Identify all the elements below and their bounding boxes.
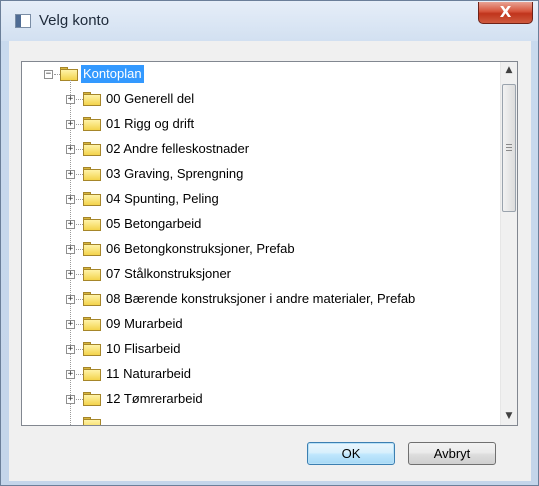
tree-item-label[interactable]: 06 Betongkonstruksjoner, Prefab [106, 239, 295, 259]
expand-icon[interactable]: + [66, 195, 75, 204]
expand-icon[interactable]: + [66, 395, 75, 404]
folder-icon [83, 142, 101, 156]
tree-item-label[interactable]: 05 Betongarbeid [106, 214, 201, 234]
expand-icon[interactable]: + [66, 170, 75, 179]
expand-icon[interactable]: + [66, 295, 75, 304]
window-icon [15, 14, 31, 28]
folder-icon [83, 92, 101, 106]
expand-icon[interactable]: + [66, 320, 75, 329]
scroll-up-icon[interactable]: ▲ [501, 62, 517, 79]
tree-item-label[interactable]: 08 Bærende konstruksjoner i andre materi… [106, 289, 415, 309]
folder-icon [60, 67, 78, 81]
expand-icon[interactable]: + [66, 345, 75, 354]
tree-item-label[interactable]: 00 Generell del [106, 89, 194, 109]
folder-icon [83, 342, 101, 356]
window-title: Velg konto [39, 12, 110, 29]
tree-item-label[interactable]: 02 Andre felleskostnader [106, 139, 249, 159]
account-tree[interactable]: − Kontoplan + 00 Generell del + 01 Rigg … [21, 61, 518, 426]
tree-item-label[interactable]: 09 Murarbeid [106, 314, 183, 334]
folder-icon [83, 392, 101, 406]
folder-icon [83, 192, 101, 206]
expand-icon[interactable]: + [66, 95, 75, 104]
folder-icon [83, 242, 101, 256]
tree-item-label[interactable]: 03 Graving, Sprengning [106, 164, 243, 184]
folder-icon [83, 117, 101, 131]
folder-icon [83, 167, 101, 181]
folder-icon [83, 292, 101, 306]
expand-icon[interactable]: + [66, 245, 75, 254]
collapse-icon[interactable]: − [44, 70, 53, 79]
ok-button[interactable]: OK [307, 442, 395, 465]
scroll-thumb[interactable] [502, 84, 516, 212]
dialog-window: Velg konto X − Kontoplan + 00 Generell d… [0, 0, 539, 486]
expand-icon[interactable]: + [66, 270, 75, 279]
expand-icon[interactable]: + [66, 120, 75, 129]
folder-icon [83, 217, 101, 231]
scroll-down-icon[interactable]: ▼ [501, 408, 517, 425]
title-bar[interactable]: Velg konto X [1, 1, 538, 41]
folder-icon [83, 317, 101, 331]
tree-item-label[interactable]: 07 Stålkonstruksjoner [106, 264, 231, 284]
dialog-content: − Kontoplan + 00 Generell del + 01 Rigg … [9, 41, 531, 481]
tree-root-label[interactable]: Kontoplan [81, 65, 144, 83]
expand-icon[interactable]: + [66, 370, 75, 379]
tree-item-label[interactable]: 12 Tømrerarbeid [106, 389, 203, 409]
folder-icon [83, 417, 101, 425]
folder-icon [83, 267, 101, 281]
tree-item-label[interactable]: 10 Flisarbeid [106, 339, 180, 359]
tree-item-label[interactable]: 04 Spunting, Peling [106, 189, 219, 209]
expand-icon[interactable]: + [66, 220, 75, 229]
tree-scrollbar[interactable]: ▲ ▼ [500, 62, 517, 425]
close-button[interactable]: X [478, 2, 533, 24]
tree-item-label[interactable]: 01 Rigg og drift [106, 114, 194, 134]
tree-item-label[interactable]: 11 Naturarbeid [106, 364, 191, 384]
close-icon: X [499, 3, 512, 21]
cancel-button[interactable]: Avbryt [408, 442, 496, 465]
folder-icon [83, 367, 101, 381]
expand-icon[interactable]: + [66, 145, 75, 154]
